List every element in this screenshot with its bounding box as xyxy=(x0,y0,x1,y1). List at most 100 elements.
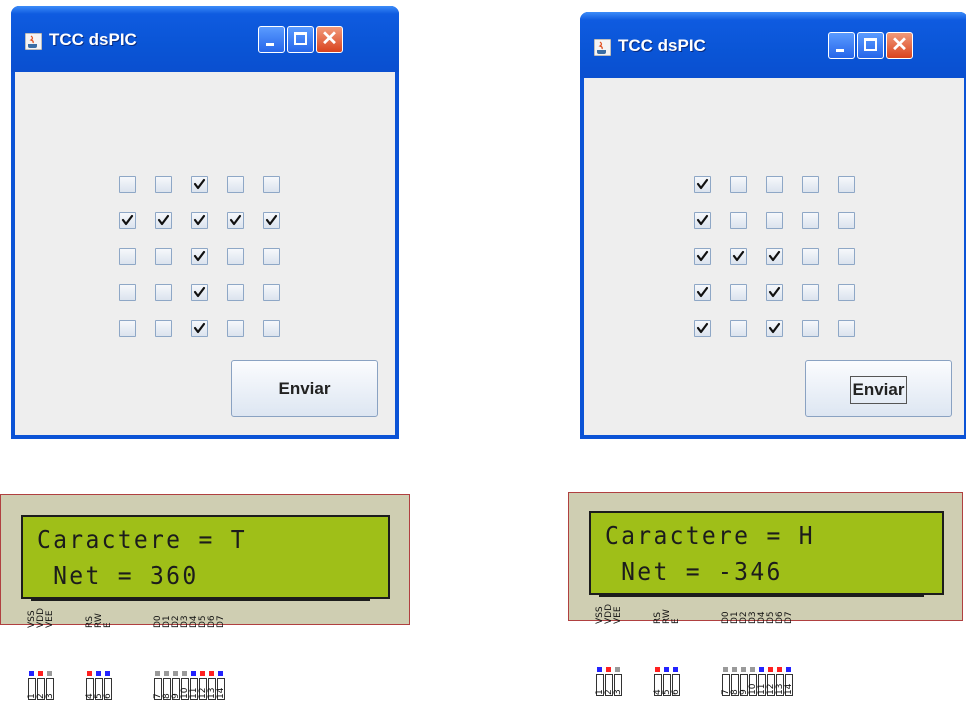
send-button[interactable]: Enviar xyxy=(805,360,952,417)
minimize-icon xyxy=(836,49,844,52)
pin-marker xyxy=(615,667,620,672)
pixel-checkbox-r3-c5[interactable] xyxy=(838,248,855,265)
lcd-screen: Caractere = H Net = -346 xyxy=(589,511,944,595)
pin-marker xyxy=(182,671,187,676)
pixel-checkbox-r1-c5[interactable] xyxy=(263,176,280,193)
pin-marker xyxy=(191,671,196,676)
pixel-checkbox-r3-c2[interactable] xyxy=(155,248,172,265)
pixel-checkbox-r4-c1[interactable] xyxy=(694,284,711,301)
pixel-checkbox-r4-c1[interactable] xyxy=(119,284,136,301)
pin-marker xyxy=(664,667,669,672)
pixel-checkbox-r2-c1[interactable] xyxy=(119,212,136,229)
pin-marker xyxy=(759,667,764,672)
minimize-icon xyxy=(266,43,274,46)
pin-label-d7: D7 xyxy=(216,615,226,628)
pixel-checkbox-r4-c2[interactable] xyxy=(730,284,747,301)
pixel-checkbox-r1-c3[interactable] xyxy=(766,176,783,193)
pixel-checkbox-r1-c1[interactable] xyxy=(119,176,136,193)
pixel-checkbox-r2-c3[interactable] xyxy=(191,212,208,229)
pixel-checkbox-r4-c3[interactable] xyxy=(191,284,208,301)
pixel-checkbox-r5-c3[interactable] xyxy=(191,320,208,337)
pixel-checkbox-r5-c5[interactable] xyxy=(263,320,280,337)
close-button[interactable]: ✕ xyxy=(316,26,343,53)
pixel-checkbox-r5-c2[interactable] xyxy=(730,320,747,337)
title-bar[interactable]: TCC dsPIC ✕ xyxy=(11,6,399,72)
pixel-checkbox-r3-c4[interactable] xyxy=(802,248,819,265)
pixel-checkbox-r1-c2[interactable] xyxy=(155,176,172,193)
window-client-area: Enviar xyxy=(15,72,395,435)
pixel-checkbox-r2-c1[interactable] xyxy=(694,212,711,229)
pixel-checkbox-r5-c2[interactable] xyxy=(155,320,172,337)
pixel-checkbox-r1-c1[interactable] xyxy=(694,176,711,193)
pin-label-d7: D7 xyxy=(784,611,794,624)
pixel-checkbox-r4-c4[interactable] xyxy=(802,284,819,301)
pixel-checkbox-r2-c4[interactable] xyxy=(227,212,244,229)
pixel-checkbox-r3-c4[interactable] xyxy=(227,248,244,265)
checkmark-icon xyxy=(696,250,709,262)
pixel-checkbox-r4-c3[interactable] xyxy=(766,284,783,301)
pixel-checkbox-r5-c1[interactable] xyxy=(694,320,711,337)
pixel-checkbox-r1-c2[interactable] xyxy=(730,176,747,193)
pin-marker xyxy=(741,667,746,672)
maximize-button[interactable] xyxy=(287,26,314,53)
pixel-checkbox-r4-c2[interactable] xyxy=(155,284,172,301)
checkmark-icon xyxy=(193,214,206,226)
pin-number: 6 xyxy=(671,689,681,695)
pin-marker xyxy=(732,667,737,672)
pixel-checkbox-r3-c1[interactable] xyxy=(694,248,711,265)
pin-marker xyxy=(606,667,611,672)
title-bar[interactable]: TCC dsPIC ✕ xyxy=(580,12,966,78)
pixel-checkbox-r4-c5[interactable] xyxy=(838,284,855,301)
pin-marker xyxy=(777,667,782,672)
pixel-checkbox-r5-c3[interactable] xyxy=(766,320,783,337)
pixel-checkbox-r2-c3[interactable] xyxy=(766,212,783,229)
checkmark-icon xyxy=(696,178,709,190)
pin-marker xyxy=(218,671,223,676)
lcd-screen-shadow xyxy=(599,595,924,597)
pin-marker xyxy=(200,671,205,676)
pixel-checkbox-r4-c5[interactable] xyxy=(263,284,280,301)
maximize-button[interactable] xyxy=(857,32,884,59)
pixel-checkbox-r2-c5[interactable] xyxy=(838,212,855,229)
pixel-checkbox-r1-c4[interactable] xyxy=(802,176,819,193)
pin-marker xyxy=(786,667,791,672)
pin-marker xyxy=(597,667,602,672)
app-window-right: TCC dsPIC ✕ Enviar xyxy=(580,12,966,439)
pixel-checkbox-r5-c1[interactable] xyxy=(119,320,136,337)
pixel-checkbox-r4-c4[interactable] xyxy=(227,284,244,301)
pixel-checkbox-r3-c5[interactable] xyxy=(263,248,280,265)
send-button-label: Enviar xyxy=(849,376,908,404)
pin-number: 3 xyxy=(45,693,55,699)
pixel-checkbox-r3-c1[interactable] xyxy=(119,248,136,265)
pin-marker xyxy=(105,671,110,676)
pixel-checkbox-r2-c4[interactable] xyxy=(802,212,819,229)
checkmark-icon xyxy=(696,286,709,298)
pin-marker xyxy=(155,671,160,676)
pixel-checkbox-r3-c3[interactable] xyxy=(766,248,783,265)
minimize-button[interactable] xyxy=(828,32,855,59)
java-app-icon xyxy=(25,33,42,50)
close-button[interactable]: ✕ xyxy=(886,32,913,59)
pin-label-e: E xyxy=(103,622,113,628)
minimize-button[interactable] xyxy=(258,26,285,53)
pixel-checkbox-r2-c2[interactable] xyxy=(155,212,172,229)
pixel-checkbox-r3-c2[interactable] xyxy=(730,248,747,265)
window-client-area: Enviar xyxy=(584,78,964,435)
pixel-checkbox-r5-c4[interactable] xyxy=(802,320,819,337)
pixel-checkbox-r5-c5[interactable] xyxy=(838,320,855,337)
send-button-label: Enviar xyxy=(278,379,331,398)
pixel-checkbox-r1-c5[interactable] xyxy=(838,176,855,193)
window-title: TCC dsPIC xyxy=(618,36,706,55)
pixel-checkbox-r2-c2[interactable] xyxy=(730,212,747,229)
pixel-checkbox-r3-c3[interactable] xyxy=(191,248,208,265)
pixel-checkbox-r5-c4[interactable] xyxy=(227,320,244,337)
pixel-checkbox-r1-c3[interactable] xyxy=(191,176,208,193)
pin-marker xyxy=(96,671,101,676)
pin-marker xyxy=(723,667,728,672)
pixel-checkbox-r2-c5[interactable] xyxy=(263,212,280,229)
send-button[interactable]: Enviar xyxy=(231,360,378,417)
maximize-icon xyxy=(864,38,877,51)
pixel-checkbox-r1-c4[interactable] xyxy=(227,176,244,193)
checkmark-icon xyxy=(696,322,709,334)
pin-marker xyxy=(768,667,773,672)
